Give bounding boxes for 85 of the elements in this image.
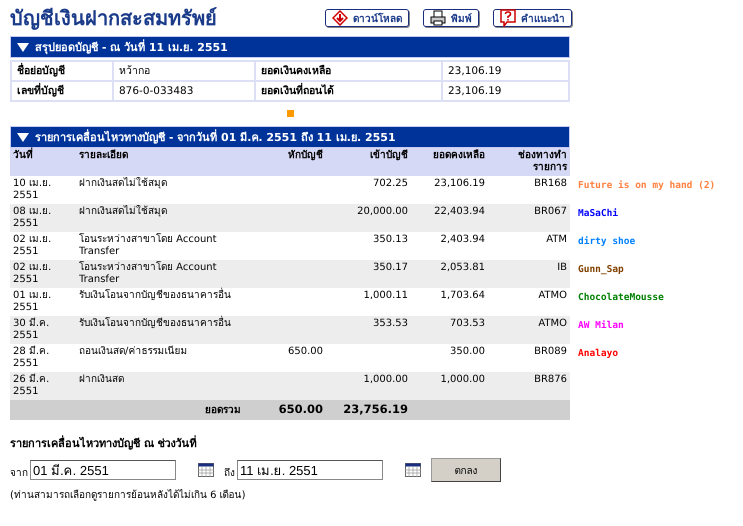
date-field[interactable]: 11 เม.ย. 2551 bbox=[237, 460, 383, 480]
channel-cell: IB bbox=[557, 262, 567, 273]
field-value: หว้ากอ bbox=[113, 61, 255, 81]
balance-cell: 22,403.94 bbox=[434, 206, 485, 217]
date-cell: 02 เม.ย. 2551 bbox=[13, 234, 52, 257]
section-header: สรุปยอดบัญชี - ณ วันที่ 11 เม.ย. 2551 bbox=[10, 36, 570, 58]
column-header: ช่องทางทำรายการ bbox=[518, 150, 567, 173]
amount-cell: 350.17 bbox=[373, 262, 408, 273]
channel-cell: BR067 bbox=[534, 206, 567, 217]
printer-icon bbox=[430, 10, 446, 26]
date-cell: 26 มี.ค. 2551 bbox=[13, 374, 50, 397]
username-tag: ChocolateMousse bbox=[578, 292, 664, 303]
channel-cell: ATM bbox=[546, 234, 567, 245]
detail-cell: โอนระหว่างสาขาโดย Account Transfer bbox=[79, 262, 217, 285]
section-title: รายการเคลื่อนไหวทางบัญชี ณ ช่วงวันที่ bbox=[10, 434, 198, 452]
field-label: เลขที่บัญชี bbox=[11, 81, 113, 101]
date-cell: 02 เม.ย. 2551 bbox=[13, 262, 52, 285]
total-cell: 23,756.19 bbox=[343, 402, 408, 416]
field-label: ยอดเงินคงเหลือ bbox=[255, 61, 442, 81]
download-icon bbox=[332, 10, 348, 26]
column-header: เข้าบัญชี bbox=[370, 150, 408, 161]
channel-cell: BR168 bbox=[534, 178, 567, 189]
channel-cell: BR089 bbox=[534, 346, 567, 357]
channel-cell: ATMO bbox=[538, 318, 567, 329]
date-cell: 28 มี.ค. 2551 bbox=[13, 346, 50, 369]
amount-cell: 350.13 bbox=[373, 234, 408, 245]
column-header: รายละเอียด bbox=[79, 150, 128, 161]
field-label: จาก bbox=[10, 466, 28, 480]
detail-cell: รับเงินโอนจากบัญชีของธนาคารอื่น bbox=[79, 318, 231, 329]
date-cell: 01 เม.ย. 2551 bbox=[13, 290, 52, 313]
balance-cell: 350.00 bbox=[450, 346, 485, 357]
field-label: ยอดเงินที่ถอนได้ bbox=[255, 81, 442, 101]
field-label: ชื่อย่อบัญชี bbox=[11, 61, 113, 81]
balance-cell: 1,703.64 bbox=[440, 290, 485, 301]
date-field[interactable]: 01 มี.ค. 2551 bbox=[30, 460, 176, 480]
page-indicator-icon bbox=[286, 110, 294, 117]
help-icon bbox=[500, 9, 516, 27]
date-cell: 30 มี.ค. 2551 bbox=[13, 318, 50, 341]
field-value: 876-0-033483 bbox=[113, 81, 255, 101]
total-cell: 650.00 bbox=[278, 402, 323, 416]
amount-cell: 20,000.00 bbox=[357, 206, 408, 217]
balance-cell: 703.53 bbox=[450, 318, 485, 329]
calendar-icon[interactable] bbox=[198, 463, 214, 477]
help-button[interactable]: คำแนะนำ bbox=[493, 9, 572, 27]
column-header: หักบัญชี bbox=[288, 150, 323, 161]
print-button[interactable]: พิมพ์ bbox=[423, 9, 479, 27]
channel-cell: ATMO bbox=[538, 290, 567, 301]
username-tag: Future is on my hand (2) bbox=[578, 180, 716, 191]
detail-cell: รับเงินโอนจากบัญชีของธนาคารอื่น bbox=[79, 290, 231, 301]
collapse-icon[interactable] bbox=[17, 132, 29, 142]
ok-button[interactable]: ตกลง bbox=[431, 458, 501, 482]
detail-cell: ถอนเงินสด/ค่าธรรมเนียม bbox=[79, 346, 188, 357]
page-title: บัญชีเงินฝากสะสมทรัพย์ bbox=[10, 5, 218, 32]
balance-cell: 2,053.81 bbox=[440, 262, 485, 273]
total-label: ยอดรวม bbox=[205, 405, 241, 416]
amount-cell: 702.25 bbox=[373, 178, 408, 189]
date-cell: 10 เม.ย. 2551 bbox=[13, 178, 52, 201]
field-value: 23,106.19 bbox=[442, 61, 569, 81]
field-label: ถึง bbox=[224, 466, 235, 480]
detail-cell: โอนระหว่างสาขาโดย Account Transfer bbox=[79, 234, 217, 257]
detail-cell: ฝากเงินสด bbox=[79, 374, 124, 385]
username-tag: MaSaChi bbox=[578, 208, 618, 219]
detail-cell: ฝากเงินสดไม่ใช้สมุด bbox=[79, 206, 167, 217]
column-header: วันที่ bbox=[13, 150, 33, 161]
amount-cell: 650.00 bbox=[288, 346, 323, 357]
detail-cell: ฝากเงินสดไม่ใช้สมุด bbox=[79, 178, 167, 189]
balance-cell: 1,000.00 bbox=[440, 374, 485, 385]
balance-cell: 2,403.94 bbox=[440, 234, 485, 245]
collapse-icon[interactable] bbox=[17, 42, 29, 52]
username-tag: Analayo bbox=[578, 348, 618, 359]
username-tag: AW Milan bbox=[578, 320, 624, 331]
channel-cell: BR876 bbox=[534, 374, 567, 385]
amount-cell: 353.53 bbox=[373, 318, 408, 329]
amount-cell: 1,000.00 bbox=[363, 374, 408, 385]
column-header: ยอดคงเหลือ bbox=[433, 150, 485, 161]
field-value: 23,106.19 bbox=[442, 81, 569, 101]
section-header: รายการเคลื่อนไหวทางบัญชี - จากวันที่ 01 มี.ค. 2551 ถึง 11 เม.ย. 2551 bbox=[10, 126, 570, 148]
calendar-icon[interactable] bbox=[405, 463, 421, 477]
date-cell: 08 เม.ย. 2551 bbox=[13, 206, 52, 229]
hint-text: (ท่านสามารถเลือกดูรายการย้อนหลังได้ไม่เกิน 6 เดือน) bbox=[10, 488, 247, 502]
amount-cell: 1,000.11 bbox=[363, 290, 408, 301]
balance-cell: 23,106.19 bbox=[434, 178, 485, 189]
username-tag: Gunn_Sap bbox=[578, 264, 624, 275]
download-button[interactable]: ดาวน์โหลด bbox=[325, 9, 409, 27]
username-tag: dirty shoe bbox=[578, 236, 636, 247]
